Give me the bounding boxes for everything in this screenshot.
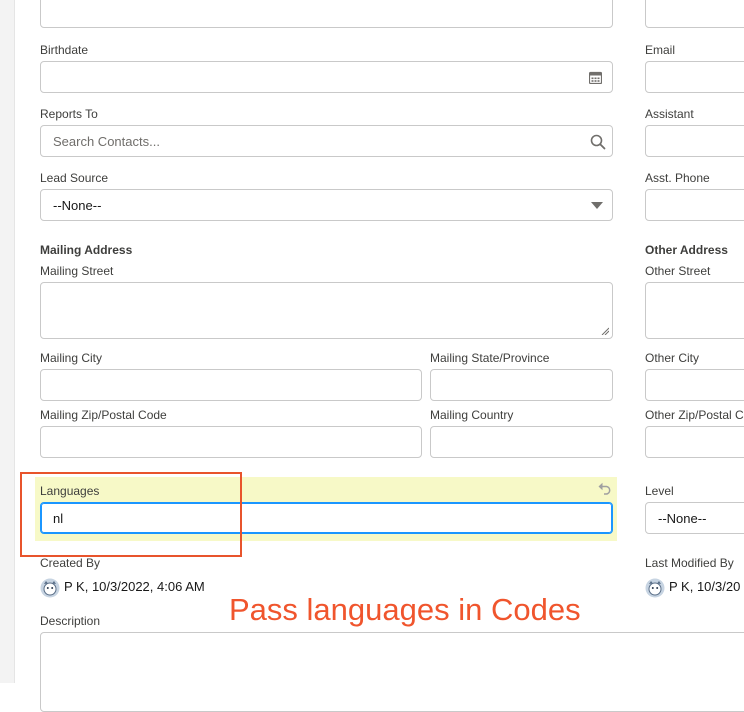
level-label: Level: [645, 484, 674, 498]
top-field-right[interactable]: [645, 0, 744, 28]
assistant-field[interactable]: [645, 125, 744, 157]
birthdate-label: Birthdate: [40, 43, 89, 57]
mailing-zip-label: Mailing Zip/Postal Code: [40, 408, 167, 422]
other-city-field[interactable]: [645, 369, 744, 401]
annotation-text: Pass languages in Codes: [229, 592, 581, 627]
other-zip-label: Other Zip/Postal C: [645, 408, 744, 422]
lead-source-value: --None--: [53, 198, 102, 213]
avatar-icon: [645, 578, 665, 598]
mailing-city-field[interactable]: [40, 369, 422, 401]
level-value: --None--: [658, 511, 707, 526]
mailing-zip-field[interactable]: [40, 426, 422, 458]
asst-phone-label: Asst. Phone: [645, 171, 710, 185]
asst-phone-field[interactable]: [645, 189, 744, 221]
mailing-state-label: Mailing State/Province: [430, 351, 550, 365]
birthdate-field[interactable]: [40, 61, 613, 93]
mailing-street-field[interactable]: [40, 282, 613, 339]
avatar-icon: [40, 578, 60, 598]
mailing-country-label: Mailing Country: [430, 408, 514, 422]
reports-to-field[interactable]: Search Contacts...: [40, 125, 613, 157]
undo-icon[interactable]: [598, 482, 612, 495]
lead-source-label: Lead Source: [40, 171, 109, 185]
description-label: Description: [40, 614, 101, 628]
search-icon[interactable]: [590, 134, 606, 150]
lead-source-select[interactable]: --None--: [40, 189, 613, 221]
mailing-city-label: Mailing City: [40, 351, 103, 365]
dropdown-arrow-icon: [591, 202, 603, 209]
mailing-address-title: Mailing Address: [40, 243, 133, 257]
last-modified-by-value[interactable]: P K, 10/3/20: [669, 579, 740, 594]
resize-grip-icon[interactable]: [601, 327, 609, 335]
mailing-state-field[interactable]: [430, 369, 613, 401]
other-street-label: Other Street: [645, 264, 711, 278]
other-zip-field[interactable]: [645, 426, 744, 458]
email-field[interactable]: [645, 61, 744, 93]
mailing-country-field[interactable]: [430, 426, 613, 458]
left-rail: [0, 0, 15, 683]
mailing-street-label: Mailing Street: [40, 264, 114, 278]
other-address-title: Other Address: [645, 243, 728, 257]
annotation-highlight-box: [20, 472, 242, 557]
calendar-icon[interactable]: [589, 71, 602, 84]
created-by-value[interactable]: P K, 10/3/2022, 4:06 AM: [64, 579, 205, 594]
email-label: Email: [645, 43, 676, 57]
top-field-left[interactable]: [40, 0, 613, 28]
created-by-label: Created By: [40, 556, 101, 570]
reports-to-label: Reports To: [40, 107, 98, 121]
level-select[interactable]: --None--: [645, 502, 744, 534]
reports-to-placeholder: Search Contacts...: [53, 134, 160, 149]
assistant-label: Assistant: [645, 107, 694, 121]
description-field[interactable]: [40, 632, 744, 712]
other-street-field[interactable]: [645, 282, 744, 339]
last-modified-by-label: Last Modified By: [645, 556, 734, 570]
other-city-label: Other City: [645, 351, 700, 365]
